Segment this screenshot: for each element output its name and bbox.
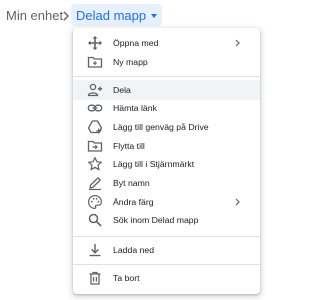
breadcrumb-current-folder[interactable]: Delad mapp [71, 4, 163, 26]
star-icon [87, 156, 103, 172]
menu-item-label: Byt namn [113, 178, 150, 188]
palette-icon [87, 194, 103, 210]
menu-divider [73, 236, 260, 237]
move-to-folder-icon [87, 138, 103, 154]
chevron-right-icon [61, 9, 71, 21]
menu-item-label: Ny mapp [113, 57, 148, 67]
menu-item-add-to-starred[interactable]: Lägg till i Stjärnmärkt [73, 154, 260, 174]
menu-item-rename[interactable]: Byt namn [73, 173, 260, 193]
breadcrumb-root[interactable]: Min enhet [6, 8, 63, 23]
menu-item-label: Lägg till i Stjärnmärkt [113, 159, 195, 169]
menu-item-change-color[interactable]: Ändra färg [73, 192, 260, 212]
menu-item-label: Dela [113, 85, 131, 95]
breadcrumb: Min enhet Delad mapp [0, 0, 265, 30]
link-icon [87, 100, 103, 116]
menu-item-add-shortcut[interactable]: Lägg till genväg på Drive [73, 117, 260, 137]
menu-divider [73, 76, 260, 77]
menu-item-label: Ladda ned [113, 245, 155, 255]
menu-item-label: Hämta länk [113, 103, 157, 113]
person-add-icon [87, 82, 103, 98]
search-icon [87, 212, 103, 228]
menu-item-label: Sök inom Delad mapp [113, 215, 199, 225]
menu-item-search-within[interactable]: Sök inom Delad mapp [73, 210, 260, 230]
context-menu: Öppna med Ny mapp Dela Hämta länk Lägg t… [73, 28, 260, 294]
chevron-right-icon [235, 198, 240, 206]
chevron-right-icon [235, 39, 240, 47]
pencil-icon [87, 175, 103, 191]
menu-item-share[interactable]: Dela [73, 80, 260, 100]
breadcrumb-current-label: Delad mapp [76, 7, 147, 23]
menu-item-label: Ändra färg [113, 197, 154, 207]
new-folder-icon [87, 54, 103, 70]
menu-item-label: Flytta till [113, 141, 145, 151]
menu-item-label: Öppna med [113, 38, 159, 48]
menu-item-download[interactable]: Ladda ned [73, 240, 260, 260]
menu-item-open-with[interactable]: Öppna med [73, 33, 260, 53]
menu-item-label: Ta bort [113, 273, 140, 283]
download-icon [87, 242, 103, 258]
menu-divider [73, 264, 260, 265]
caret-down-icon [151, 13, 158, 18]
drive-shortcut-icon [87, 119, 103, 135]
move-arrows-icon [87, 35, 103, 51]
menu-item-label: Lägg till genväg på Drive [113, 122, 209, 132]
menu-item-move-to[interactable]: Flytta till [73, 136, 260, 156]
trash-icon [87, 270, 103, 286]
menu-item-get-link[interactable]: Hämta länk [73, 98, 260, 118]
menu-item-new-folder[interactable]: Ny mapp [73, 52, 260, 72]
menu-item-remove[interactable]: Ta bort [73, 268, 260, 288]
